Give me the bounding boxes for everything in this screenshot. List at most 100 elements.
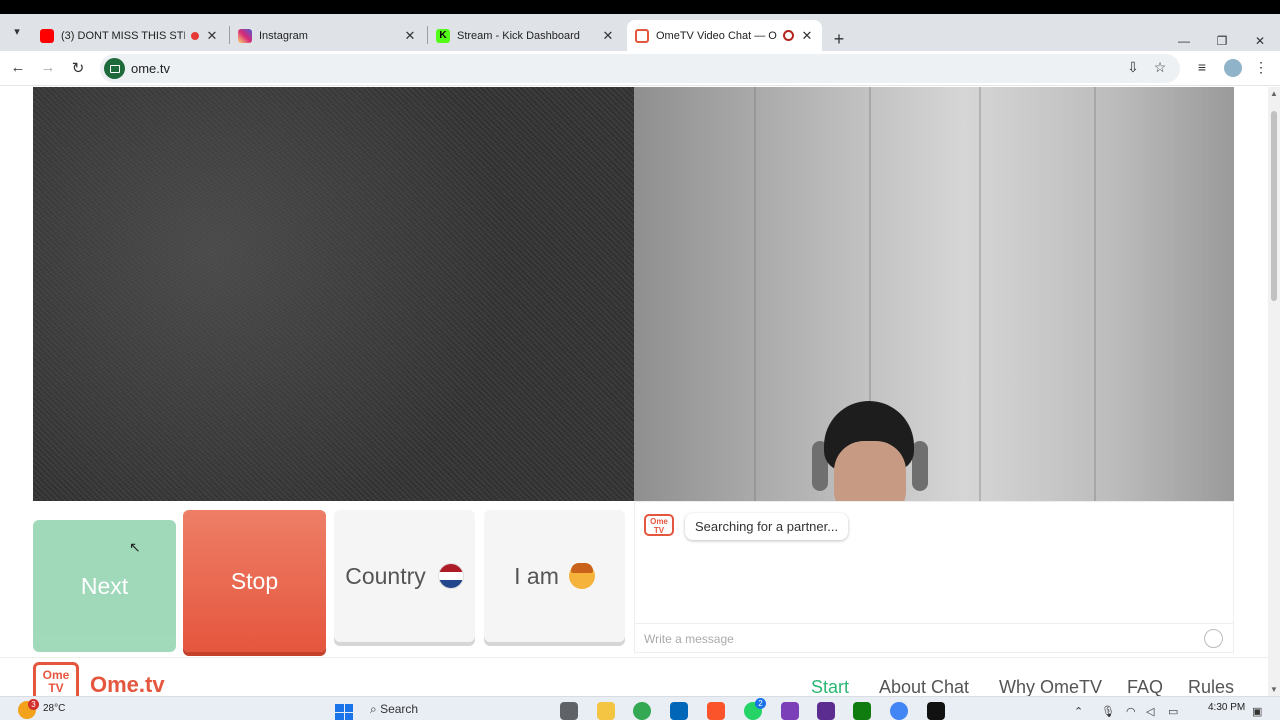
- site-footer-nav: Ome TV Ome.tv Start About Chat Why OmeTV…: [0, 657, 1268, 696]
- notification-badge: 3: [28, 699, 39, 710]
- message-placeholder: Write a message: [644, 632, 734, 646]
- chat-panel: Ome TV Searching for a partner... Write …: [634, 501, 1234, 653]
- temperature: 28°C: [43, 703, 66, 714]
- brand-name[interactable]: Ome.tv: [90, 672, 165, 696]
- boy-emoji-icon: [568, 563, 595, 589]
- nav-why-ometv[interactable]: Why OmeTV: [999, 677, 1102, 696]
- person-in-camera: [794, 401, 944, 501]
- person-face: [834, 441, 906, 501]
- tab-youtube[interactable]: (3) DONT MISS THIS STREAM ✕: [32, 20, 227, 51]
- volume-icon[interactable]: ◁: [1146, 705, 1154, 718]
- search-icon: ⌕: [370, 702, 377, 716]
- partner-video-static: [33, 87, 634, 501]
- close-icon[interactable]: ✕: [800, 28, 814, 44]
- iam-label: I am: [514, 562, 559, 589]
- brave-icon[interactable]: [707, 702, 725, 720]
- page-scrollbar[interactable]: ▲ ▼: [1268, 87, 1280, 696]
- xbox-icon[interactable]: [853, 702, 871, 720]
- restore-button[interactable]: ❐: [1214, 34, 1230, 48]
- next-button[interactable]: Next: [33, 520, 176, 652]
- profile-avatar[interactable]: [1224, 59, 1242, 77]
- clipchamp-icon[interactable]: [817, 702, 835, 720]
- task-view-icon[interactable]: [560, 702, 578, 720]
- gender-button[interactable]: I am: [484, 510, 625, 642]
- forward-button[interactable]: →: [38, 59, 58, 76]
- taskbar-search[interactable]: ⌕ Search: [370, 702, 490, 720]
- tab-kick[interactable]: K Stream - Kick Dashboard ✕: [428, 20, 623, 51]
- back-button[interactable]: ←: [8, 59, 28, 76]
- windows-taskbar: 3 28°C ⌕ Search 2 ⌃ 🎙 ◠ ◁ ▭ 4:30 PM ▣: [0, 696, 1280, 720]
- tab-ometv[interactable]: OmeTV Video Chat — Ome ✕: [627, 20, 822, 51]
- wall-panel-line: [979, 87, 981, 501]
- tab-instagram[interactable]: Instagram ✕: [230, 20, 425, 51]
- message-input[interactable]: Write a message: [635, 623, 1233, 653]
- stop-button[interactable]: Stop: [183, 510, 326, 652]
- reload-button[interactable]: ↻: [68, 59, 88, 77]
- headphone-right: [912, 441, 928, 491]
- notifications-icon[interactable]: ▣: [1252, 705, 1262, 718]
- site-info-icon[interactable]: [104, 58, 125, 79]
- menu-kebab-icon[interactable]: ⋮: [1252, 59, 1270, 76]
- netherlands-flag-icon: [437, 563, 464, 589]
- chrome-profile-icon[interactable]: [890, 702, 908, 720]
- clock[interactable]: 4:30 PM: [1208, 702, 1245, 713]
- instagram-icon: [238, 28, 252, 43]
- page-content: Next ↖ Stop Country I am Ome TV Searchin…: [0, 87, 1268, 696]
- scroll-down-icon[interactable]: ▼: [1270, 685, 1278, 694]
- country-label: Country: [345, 562, 426, 589]
- scroll-up-icon[interactable]: ▲: [1270, 89, 1278, 98]
- ometv-icon: [635, 28, 649, 43]
- close-window-button[interactable]: ✕: [1252, 34, 1268, 48]
- recording-dot-icon: [191, 31, 199, 40]
- close-icon[interactable]: ✕: [403, 28, 417, 44]
- close-icon[interactable]: ✕: [205, 28, 219, 44]
- nav-rules[interactable]: Rules: [1188, 677, 1234, 696]
- country-button[interactable]: Country: [334, 510, 475, 642]
- app-icon[interactable]: [781, 702, 799, 720]
- file-explorer-icon[interactable]: [597, 702, 615, 720]
- tab-title: OmeTV Video Chat — Ome: [656, 29, 777, 42]
- youtube-icon: [40, 28, 54, 43]
- minimize-button[interactable]: —: [1176, 34, 1192, 48]
- self-camera-video: [634, 87, 1234, 501]
- store-icon[interactable]: [670, 702, 688, 720]
- start-button-icon[interactable]: [335, 704, 353, 720]
- nav-start[interactable]: Start: [811, 677, 849, 696]
- wall-panel-line: [754, 87, 756, 501]
- tab-search-chevron-icon[interactable]: ▾: [8, 23, 26, 41]
- browser-tab-bar: ▾ (3) DONT MISS THIS STREAM ✕ Instagram …: [0, 14, 1280, 51]
- chrome-icon[interactable]: [633, 702, 651, 720]
- screen-top-strip: [0, 0, 1280, 14]
- scroll-thumb[interactable]: [1271, 111, 1277, 301]
- stop-label: Stop: [230, 567, 279, 594]
- kick-icon: K: [436, 28, 450, 43]
- tab-title: Instagram: [259, 29, 308, 42]
- new-tab-button[interactable]: +: [830, 30, 848, 48]
- microphone-icon[interactable]: 🎙: [1101, 705, 1115, 718]
- whatsapp-badge: 2: [755, 698, 766, 709]
- tab-title: (3) DONT MISS THIS STREAM: [61, 29, 185, 42]
- tab-title: Stream - Kick Dashboard: [457, 29, 580, 42]
- install-app-icon[interactable]: ⇩: [1124, 59, 1142, 76]
- mouse-cursor-icon: ↖: [129, 539, 141, 555]
- tray-chevron-icon[interactable]: ⌃: [1074, 705, 1083, 718]
- wifi-icon[interactable]: ◠: [1126, 705, 1136, 718]
- nav-faq[interactable]: FAQ: [1127, 677, 1163, 696]
- status-message: Searching for a partner...: [685, 513, 849, 540]
- bookmark-star-icon[interactable]: ☆: [1151, 59, 1169, 76]
- media-control-icon[interactable]: ≡: [1193, 59, 1211, 75]
- ometv-logo-icon: Ome TV: [644, 514, 674, 536]
- next-label: Next: [80, 572, 129, 599]
- battery-icon[interactable]: ▭: [1168, 705, 1178, 718]
- recording-icon: [783, 30, 794, 41]
- search-label: Search: [380, 702, 419, 716]
- url-text: ome.tv: [131, 61, 171, 76]
- close-icon[interactable]: ✕: [601, 28, 615, 44]
- emoji-picker-icon[interactable]: [1204, 629, 1223, 648]
- ometv-logo-icon[interactable]: Ome TV: [33, 662, 79, 696]
- wall-panel-line: [1094, 87, 1096, 501]
- nav-about-chat[interactable]: About Chat: [879, 677, 969, 696]
- omnibox[interactable]: ome.tv: [100, 54, 1180, 83]
- address-bar: ← → ↻ ome.tv ⇩ ☆ ≡ ⋮: [0, 51, 1280, 86]
- obs-icon[interactable]: [927, 702, 945, 720]
